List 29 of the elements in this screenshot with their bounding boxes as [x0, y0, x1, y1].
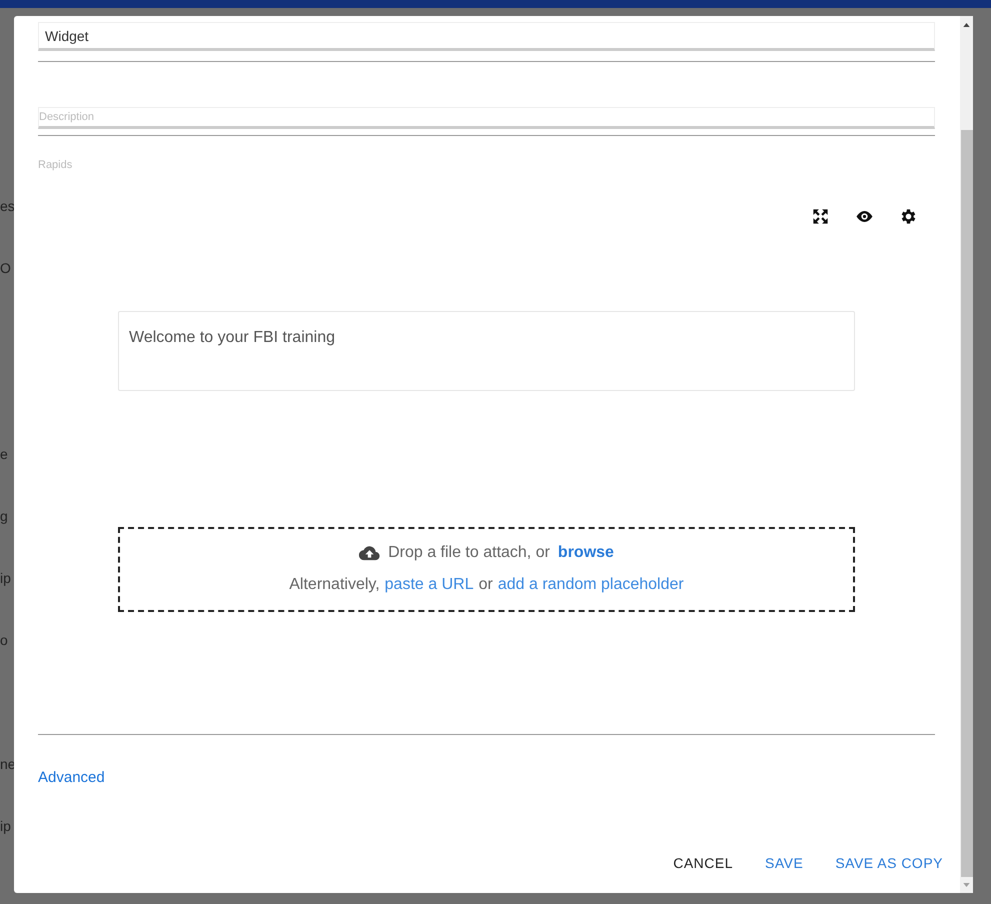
scrollbar-thumb[interactable]: [960, 130, 972, 877]
background-text: e: [0, 446, 8, 462]
dropzone-text: Drop a file to attach, or: [388, 543, 550, 563]
dialog-button[interactable]: CANCEL: [673, 853, 734, 874]
background-text: o: [0, 632, 8, 648]
paste-url-link[interactable]: paste a URL: [384, 573, 474, 597]
editor-text[interactable]: Welcome to your FBI training: [129, 328, 336, 346]
background-text: ip: [0, 818, 11, 834]
name-field[interactable]: Widget: [38, 22, 935, 51]
random-placeholder-link[interactable]: add a random placeholder: [498, 573, 684, 597]
dialog-button[interactable]: SAVE: [765, 853, 804, 874]
rapids-label: Rapids: [38, 158, 72, 173]
dialog-button[interactable]: SAVE AS COPY: [835, 853, 943, 874]
scroll-up-icon[interactable]: [963, 23, 970, 27]
background-text: ip: [0, 570, 11, 586]
dropzone[interactable]: Drop a file to attach, or browse Alternatively, paste a URL or add a random placeholder: [118, 526, 855, 612]
settings-icon[interactable]: [899, 206, 918, 226]
alternatively-text: Alternatively,: [289, 575, 380, 595]
background-text: ne: [0, 756, 16, 772]
scrollbar[interactable]: [960, 16, 973, 893]
background-text: g: [0, 508, 8, 524]
background-text: es: [0, 198, 15, 214]
cloud-upload-icon: [359, 546, 380, 560]
browse-link[interactable]: browse: [558, 541, 614, 565]
advanced-link[interactable]: Advanced: [38, 766, 105, 789]
description-field[interactable]: Description: [38, 107, 935, 129]
or-text: or: [478, 575, 493, 595]
background-text: O: [0, 260, 11, 276]
fullscreen-icon[interactable]: [811, 206, 830, 226]
